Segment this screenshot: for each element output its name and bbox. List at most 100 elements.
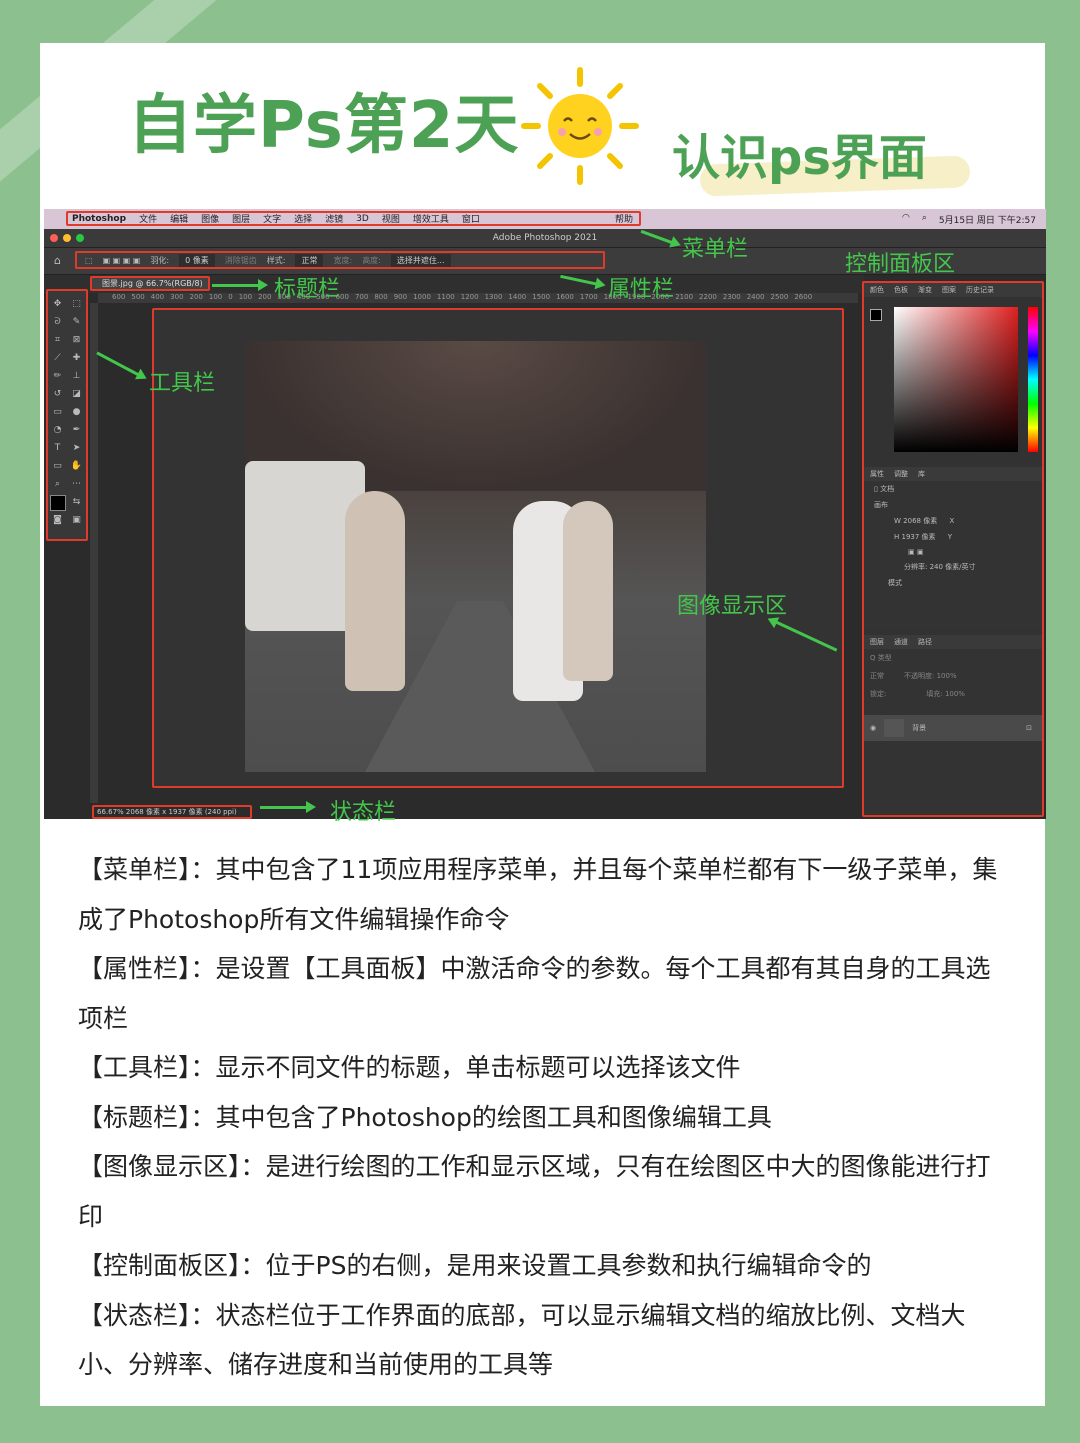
menu-item-layer[interactable]: 图层 (232, 212, 250, 225)
h-value[interactable]: 1937 像素 (902, 533, 936, 541)
move-tool-icon[interactable]: ✥ (48, 295, 67, 313)
callout-options-bar: 属性栏 (608, 277, 675, 302)
menu-item-select[interactable]: 选择 (294, 212, 312, 225)
tab-libraries[interactable]: 库 (918, 469, 925, 479)
frame-tool-icon[interactable]: ⊠ (67, 331, 86, 349)
vertical-ruler (90, 303, 98, 803)
callout-menubar: 菜单栏 (682, 237, 749, 262)
healing-brush-icon[interactable]: ✚ (67, 349, 86, 367)
menu-item-filter[interactable]: 滤镜 (325, 212, 343, 225)
search-icon[interactable]: ⌕ (922, 213, 927, 226)
fill-field[interactable]: 填充: 100% (926, 689, 965, 699)
dodge-tool-icon[interactable]: ◔ (48, 421, 67, 439)
layers-panel: 图层 通道 路径 Q 类型 正常 不透明度: 100% 锁定: 填充: 100%… (864, 635, 1042, 815)
swap-colors-icon[interactable]: ⇆ (67, 493, 86, 511)
brush-tool-icon[interactable]: ✏ (48, 367, 67, 385)
style-label: 样式: (266, 255, 286, 265)
menu-item-file[interactable]: 文件 (139, 212, 157, 225)
ruler-tick-label: 400 (150, 293, 165, 301)
shape-tool-icon[interactable]: ▭ (48, 457, 67, 475)
ruler-tick-label: 1000 (413, 293, 431, 301)
feather-label: 羽化: (150, 255, 170, 265)
tab-layers[interactable]: 图层 (870, 637, 884, 647)
type-tool-icon[interactable]: T (48, 439, 67, 457)
tab-swatches[interactable]: 色板 (894, 285, 908, 295)
stamp-tool-icon[interactable]: ⊥ (67, 367, 86, 385)
blend-mode-select[interactable]: 正常 (870, 671, 884, 681)
menu-item-help[interactable]: 帮助 (615, 212, 633, 225)
select-mask-button[interactable]: 选择并遮住... (390, 253, 451, 267)
menu-item-type[interactable]: 文字 (263, 212, 281, 225)
gradient-tool-icon[interactable]: ▭ (48, 403, 67, 421)
ruler-tick-label: 600 (112, 293, 126, 301)
screen-mode-icon[interactable]: ▣ (67, 511, 86, 529)
menu-item-image[interactable]: 图像 (201, 212, 219, 225)
page-subtitle: 认识ps界面 (672, 130, 927, 186)
tab-history[interactable]: 历史记录 (966, 285, 994, 295)
close-icon[interactable] (50, 234, 58, 242)
tab-channels[interactable]: 通道 (894, 637, 908, 647)
mac-menubar: Photoshop 文件 编辑 图像 图层 文字 选择 滤镜 3D 视图 增效工… (44, 209, 1046, 229)
more-tools-icon[interactable]: ⋯ (67, 475, 86, 493)
home-icon[interactable]: ⌂ (54, 254, 61, 267)
tab-properties[interactable]: 属性 (870, 469, 884, 479)
foreground-color-swatch[interactable] (870, 309, 882, 321)
ruler-tick-label: 700 (354, 293, 369, 301)
clock[interactable]: 5月15日 周日 下午2:57 (939, 213, 1036, 226)
style-select[interactable]: 正常 (295, 253, 324, 267)
lasso-tool-icon[interactable]: ᘐ (48, 313, 67, 331)
minimize-icon[interactable] (63, 234, 71, 242)
ruler-tick-label: 1300 (484, 293, 503, 301)
w-value[interactable]: 2068 像素 (903, 517, 937, 525)
pen-tool-icon[interactable]: ✒ (67, 421, 86, 439)
history-brush-icon[interactable]: ↺ (48, 385, 67, 403)
properties-panel: 属性 调整 库 ▯ 文档 画布 W 2068 像素 X H 1937 像素 Y … (864, 467, 1042, 629)
menu-item-window[interactable]: 窗口 (462, 212, 480, 225)
quick-select-icon[interactable]: ✎ (67, 313, 86, 331)
blur-tool-icon[interactable]: ● (67, 403, 86, 421)
ruler-tick-label: 900 (393, 293, 408, 301)
ruler-tick-label: 0 (228, 293, 233, 301)
quick-mask-icon[interactable]: ◙ (48, 511, 67, 529)
antialias-checkbox[interactable]: 消除锯齿 (225, 255, 257, 266)
eye-icon[interactable]: ◉ (870, 724, 876, 732)
callout-panel-area: 控制面板区 (845, 252, 956, 277)
tab-patterns[interactable]: 图案 (942, 285, 956, 295)
tab-adjustments[interactable]: 调整 (894, 469, 908, 479)
layer-name[interactable]: 背景 (912, 723, 926, 733)
eraser-tool-icon[interactable]: ◪ (67, 385, 86, 403)
eyedropper-icon[interactable]: ⟋ (48, 349, 67, 367)
marquee-tool-icon[interactable]: ⬚ (67, 295, 86, 313)
marquee-preset-icon[interactable]: ⬚ (85, 256, 93, 265)
menu-item-edit[interactable]: 编辑 (170, 212, 188, 225)
crop-tool-icon[interactable]: ⌗ (48, 331, 67, 349)
tab-paths[interactable]: 路径 (918, 637, 932, 647)
menu-item-photoshop[interactable]: Photoshop (72, 214, 126, 224)
ruler-tick-label: 800 (374, 293, 388, 301)
hue-slider[interactable] (1028, 307, 1038, 452)
feather-input[interactable]: 0 像素 (179, 253, 215, 267)
color-swatches[interactable] (48, 493, 67, 511)
y-label: Y (947, 533, 953, 541)
tab-gradients[interactable]: 渐变 (918, 285, 932, 295)
menu-item-plugins[interactable]: 增效工具 (413, 212, 449, 225)
selection-mode-icons[interactable]: ▣ ▣ ▣ ▣ (103, 256, 141, 265)
maximize-icon[interactable] (76, 234, 84, 242)
wifi-icon[interactable]: ◠ (902, 213, 910, 226)
document-tab[interactable]: 图景.jpg @ 66.7%(RGB/8) (90, 276, 210, 291)
horizontal-ruler: 600 500 400 300 200 100 0 100 200 300 400 500 600 700… (98, 293, 858, 303)
layer-filter[interactable]: Q 类型 (864, 649, 1042, 667)
layer-row[interactable]: ◉ 背景 ⊡ (864, 715, 1042, 741)
document-image[interactable] (245, 341, 706, 772)
opacity-field[interactable]: 不透明度: 100% (904, 671, 957, 681)
ruler-tick-label: 2200 (699, 293, 717, 301)
tab-color[interactable]: 颜色 (870, 285, 884, 295)
color-picker-field[interactable] (894, 307, 1018, 452)
hand-tool-icon[interactable]: ✋ (67, 457, 86, 475)
menu-item-3d[interactable]: 3D (356, 214, 369, 224)
path-select-icon[interactable]: ➤ (67, 439, 86, 457)
zoom-tool-icon[interactable]: ⌕ (48, 475, 67, 493)
ruler-tick-label: 1400 (508, 293, 527, 301)
menu-item-view[interactable]: 视图 (382, 212, 400, 225)
desc-image-area: 【图像显示区】：是进行绘图的工作和显示区域，只有在绘图区中大的图像能进行打印 (78, 1152, 991, 1231)
